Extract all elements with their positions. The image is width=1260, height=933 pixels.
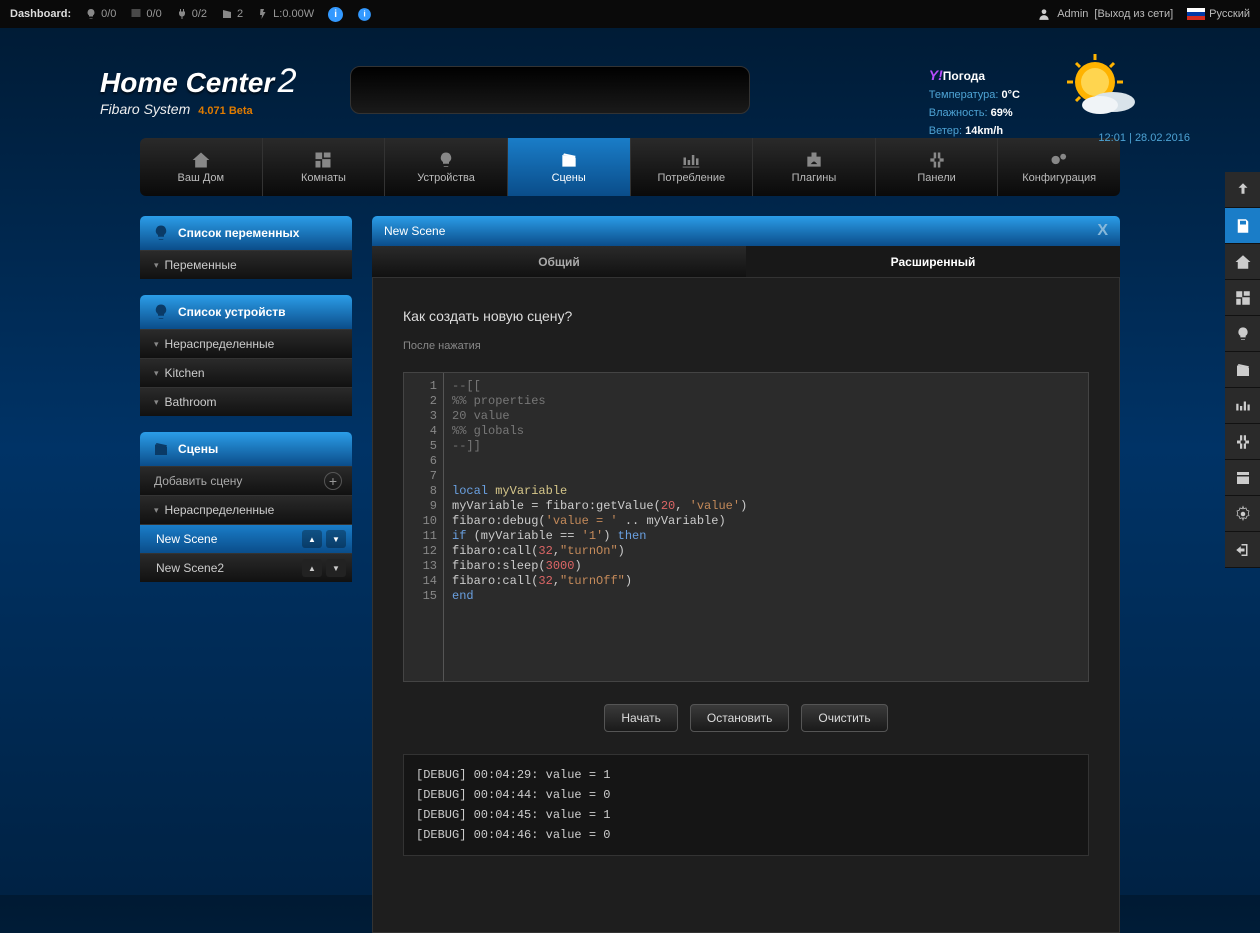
tool-save-icon[interactable] [1225, 208, 1260, 244]
brand-logo: Home Center 2 Fibaro System4.071 Beta [100, 62, 297, 117]
tool-panels-icon[interactable] [1225, 460, 1260, 496]
info-icon-small[interactable]: i [358, 8, 371, 21]
debug-log: [DEBUG] 00:04:29: value = 1[DEBUG] 00:04… [403, 754, 1089, 856]
dashboard-label: Dashboard: [10, 8, 71, 20]
sidebar-item-kitchen[interactable]: ▾Kitchen [140, 358, 352, 387]
tool-consumption-icon[interactable] [1225, 388, 1260, 424]
tab-advanced[interactable]: Расширенный [746, 246, 1120, 277]
nav-plugins[interactable]: Плагины [752, 138, 875, 196]
code-content[interactable]: --[[%% properties20 value%% globals--]] … [444, 373, 755, 681]
sidebar-item-bathroom[interactable]: ▾Bathroom [140, 387, 352, 416]
main-panel: New Scene X Общий Расширенный Как создат… [372, 216, 1120, 933]
side-toolbar [1225, 172, 1260, 568]
nav-config[interactable]: Конфигурация [997, 138, 1120, 196]
stat-power: L:0.00W [257, 8, 314, 20]
tool-rooms-icon[interactable] [1225, 280, 1260, 316]
code-editor[interactable]: 123456789101112131415 --[[%% properties2… [403, 372, 1089, 682]
stat-plugs: 0/2 [176, 8, 207, 20]
nav-consumption[interactable]: Потребление [630, 138, 753, 196]
close-icon[interactable]: X [1097, 222, 1108, 240]
nav-panels[interactable]: Панели [875, 138, 998, 196]
weather-widget: Y!Погода Температура: 0°C Влажность: 69%… [929, 66, 1020, 140]
stat-scenes: 2 [221, 8, 243, 20]
sidebar-head-scenes: Сцены [140, 432, 352, 466]
sidebar-scene-new-scene2[interactable]: New Scene2 ▲▼ [140, 553, 352, 582]
tool-plugins-icon[interactable] [1225, 424, 1260, 460]
tool-upload-icon[interactable] [1225, 172, 1260, 208]
weather-sun-icon [1050, 52, 1140, 125]
nav-home[interactable]: Ваш Дом [140, 138, 262, 196]
start-button[interactable]: Начать [604, 704, 678, 732]
sidebar-add-scene[interactable]: Добавить сцену+ [140, 466, 352, 495]
main-subtext: После нажатия [403, 340, 1089, 352]
stop-button[interactable]: Остановить [690, 704, 790, 732]
scene-down-icon[interactable]: ▼ [326, 559, 346, 577]
tool-home-icon[interactable] [1225, 244, 1260, 280]
main-body: Как создать новую сцену? После нажатия 1… [372, 278, 1120, 933]
header: Home Center 2 Fibaro System4.071 Beta Y!… [70, 28, 1190, 138]
info-icon[interactable]: i [328, 7, 343, 22]
tool-config-icon[interactable] [1225, 496, 1260, 532]
tool-logout-icon[interactable] [1225, 532, 1260, 568]
sidebar-head-devices: Список устройств [140, 295, 352, 329]
sidebar-scene-new-scene[interactable]: New Scene ▲▼ [140, 524, 352, 553]
caret-icon: ▾ [154, 260, 159, 271]
main-nav: Ваш Дом Комнаты Устройства Сцены Потребл… [140, 138, 1120, 196]
stat-blinds: 0/0 [130, 8, 161, 20]
content: Список переменных ▾Переменные Список уст… [140, 216, 1120, 933]
tab-general[interactable]: Общий [372, 246, 746, 277]
language-selector[interactable]: Русский [1187, 8, 1250, 20]
user-block[interactable]: Admin [Выход из сети] [1037, 7, 1173, 21]
scene-up-icon[interactable]: ▲ [302, 559, 322, 577]
nav-scenes[interactable]: Сцены [507, 138, 630, 196]
tool-scenes-icon[interactable] [1225, 352, 1260, 388]
scene-down-icon[interactable]: ▼ [326, 530, 346, 548]
tool-devices-icon[interactable] [1225, 316, 1260, 352]
clear-button[interactable]: Очистить [801, 704, 887, 732]
action-buttons: Начать Остановить Очистить [403, 704, 1089, 732]
dashboard-bar: Dashboard: 0/0 0/0 0/2 2 L:0.00W i i Adm… [0, 0, 1260, 28]
main-tabs: Общий Расширенный [372, 246, 1120, 278]
yahoo-icon: Y! [929, 67, 943, 83]
sidebar-head-variables: Список переменных [140, 216, 352, 250]
left-sidebar: Список переменных ▾Переменные Список уст… [140, 216, 352, 933]
main-panel-head: New Scene X [372, 216, 1120, 246]
scene-up-icon[interactable]: ▲ [302, 530, 322, 548]
main-panel-title: New Scene [384, 224, 445, 238]
sidebar-item-unassigned-devices[interactable]: ▾Нераспределенные [140, 329, 352, 358]
code-gutter: 123456789101112131415 [404, 373, 444, 681]
flag-ru-icon [1187, 8, 1205, 20]
nav-rooms[interactable]: Комнаты [262, 138, 385, 196]
main-heading: Как создать новую сцену? [403, 308, 1089, 324]
sidebar-scenes-group[interactable]: ▾Нераспределенные [140, 495, 352, 524]
plus-icon: + [324, 472, 342, 490]
nav-devices[interactable]: Устройства [384, 138, 507, 196]
search-input[interactable] [350, 66, 750, 114]
stat-lights: 0/0 [85, 8, 116, 20]
sidebar-item-variables[interactable]: ▾Переменные [140, 250, 352, 279]
